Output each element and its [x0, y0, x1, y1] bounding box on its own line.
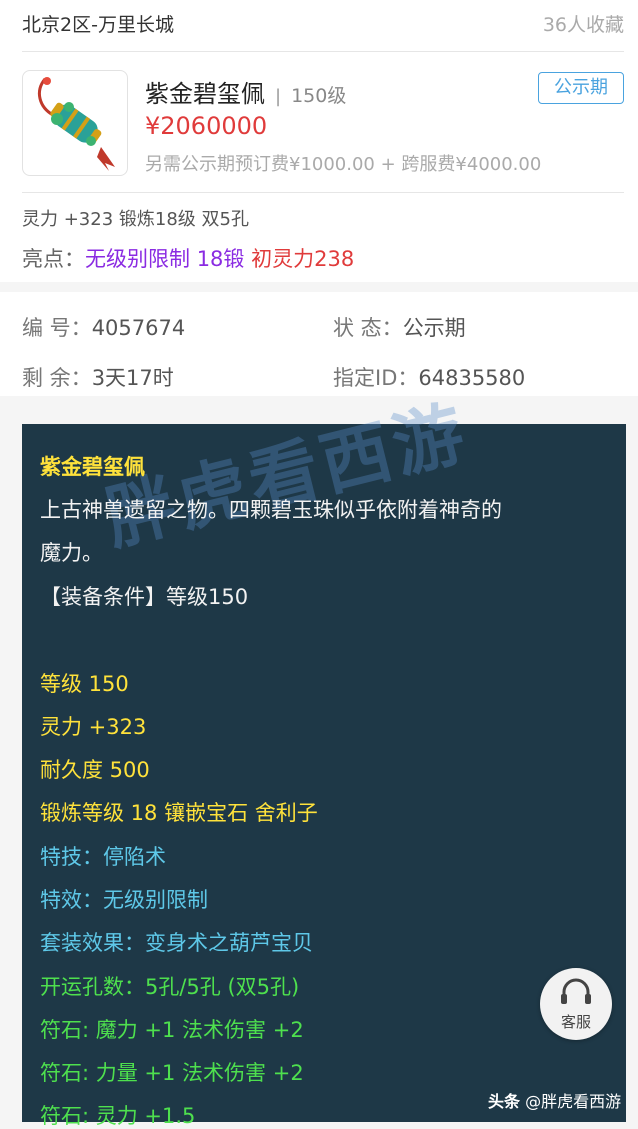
separator: |: [275, 86, 282, 107]
detail-desc: 上古神兽遗留之物。四颗碧玉珠似乎依附着神奇的: [40, 498, 502, 522]
item-card: 北京2区-万里长城 36人收藏 紫金碧玺佩 | 150级 公示期 ¥2060000 …: [0, 0, 638, 282]
highlight-label: 亮点：: [22, 247, 85, 271]
server-name: 北京2区-万里长城: [22, 14, 174, 36]
item-thumbnail[interactable]: [22, 70, 128, 176]
detail-line: 锻炼等级 18 镶嵌宝石 舍利子: [40, 801, 318, 825]
headset-icon: [561, 978, 591, 1004]
detail-line: 符石: 魔力 +1 法术伤害 +2: [40, 1018, 304, 1042]
detail-desc: 魔力。: [40, 541, 103, 565]
divider: [22, 51, 624, 52]
detail-line: 套装效果：变身术之葫芦宝贝: [40, 931, 313, 955]
extra-fee: 另需公示期预订费¥1000.00 + 跨服费¥4000.00: [145, 154, 542, 175]
highlight-tag: 18锻: [196, 247, 245, 271]
meta-remaining: 剩 余：3天17时: [22, 366, 174, 390]
detail-line: 符石: 力量 +1 法术伤害 +2: [40, 1061, 304, 1085]
favorites-count[interactable]: 36人收藏: [543, 10, 624, 37]
item-name: 紫金碧玺佩: [145, 80, 265, 108]
meta-card: 编 号：4057674 状 态：公示期 剩 余：3天17时 指定ID：64835…: [0, 292, 638, 396]
status-badge: 公示期: [538, 72, 624, 104]
detail-line: 灵力 +323: [40, 715, 147, 739]
meta-state: 状 态：公示期: [333, 316, 466, 340]
customer-service-label: 客服: [560, 1013, 591, 1031]
item-name-row: 紫金碧玺佩 | 150级: [145, 74, 346, 109]
item-level: 150级: [291, 85, 347, 107]
item-price: ¥2060000: [145, 112, 268, 140]
customer-service-button[interactable]: 客服: [540, 968, 612, 1040]
detail-title: 紫金碧玺佩: [40, 455, 145, 479]
detail-line: 开运孔数：5孔/5孔 (双5孔): [40, 975, 300, 999]
pendant-icon: [37, 77, 115, 171]
detail-line: 耐久度 500: [40, 758, 150, 782]
highlight-tag: 初灵力238: [251, 247, 355, 271]
stats-summary: 灵力 +323 锻炼18级 双5孔: [22, 209, 249, 230]
meta-id: 编 号：4057674: [22, 316, 186, 340]
divider: [22, 192, 624, 193]
detail-condition: 【装备条件】等级150: [40, 585, 249, 609]
source-watermark: 头条 @胖虎看西游: [488, 1092, 622, 1111]
detail-line: 特技：停陷术: [40, 845, 166, 869]
detail-line: 等级 150: [40, 672, 129, 696]
detail-line: 符石: 灵力 +1.5: [40, 1104, 196, 1128]
highlights-row: 亮点：无级别限制 18锻 初灵力238: [22, 243, 354, 273]
highlight-tag: 无级别限制: [85, 247, 190, 271]
detail-line: 特效：无级别限制: [40, 888, 208, 912]
